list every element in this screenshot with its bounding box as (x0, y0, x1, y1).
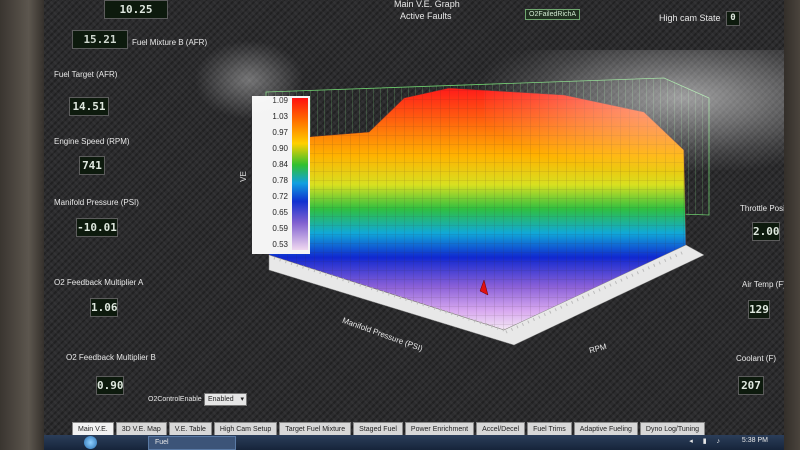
legend-tick: 0.78 (272, 176, 288, 185)
tab-adaptive-fueling[interactable]: Adaptive Fueling (573, 422, 638, 436)
tab-3d-ve-map[interactable]: 3D V.E. Map (115, 422, 167, 436)
legend-gradient (292, 98, 308, 250)
tab-ve-table[interactable]: V.E. Table (168, 422, 212, 436)
legend-tick: 0.65 (272, 208, 288, 217)
tab-bar: Main V.E. 3D V.E. Map V.E. Table High Ca… (72, 422, 752, 436)
legend-tick: 0.97 (272, 128, 288, 137)
app-window: 10.25 15.21 Fuel Mixture B (AFR) Main V.… (44, 0, 784, 435)
tab-dyno-log-tuning[interactable]: Dyno Log/Tuning (639, 422, 705, 436)
tab-fuel-trims[interactable]: Fuel Trims (527, 422, 572, 436)
monitor-bezel-left (0, 0, 48, 450)
legend-tick: 0.90 (272, 144, 288, 153)
tab-staged-fuel[interactable]: Staged Fuel (353, 422, 403, 436)
ve-axis-label: VE (238, 171, 248, 182)
taskbar-item[interactable]: Fuel (148, 436, 236, 450)
clock[interactable]: 5:38 PM (742, 437, 768, 444)
legend-tick: 0.59 (272, 224, 288, 233)
legend-tick: 1.03 (272, 112, 288, 121)
tab-main-ve[interactable]: Main V.E. (72, 422, 114, 436)
tab-high-cam-setup[interactable]: High Cam Setup (213, 422, 278, 436)
legend-tick: 0.84 (272, 160, 288, 169)
taskbar: Fuel ◂ ▮ ♪ 5:38 PM (44, 435, 784, 450)
legend-tick: 1.09 (272, 96, 288, 105)
legend-tick: 0.53 (272, 240, 288, 249)
tab-target-fuel-mixture[interactable]: Target Fuel Mixture (279, 422, 352, 436)
ve-color-legend: 1.09 1.03 0.97 0.90 0.84 0.78 0.72 0.65 … (252, 96, 310, 254)
tab-power-enrichment[interactable]: Power Enrichment (404, 422, 475, 436)
ve-surface-graph[interactable] (44, 0, 784, 435)
legend-tick: 0.72 (272, 192, 288, 201)
tab-accel-decel[interactable]: Accel/Decel (476, 422, 526, 436)
start-button[interactable] (84, 436, 97, 449)
system-tray[interactable]: ◂ ▮ ♪ (689, 437, 724, 445)
